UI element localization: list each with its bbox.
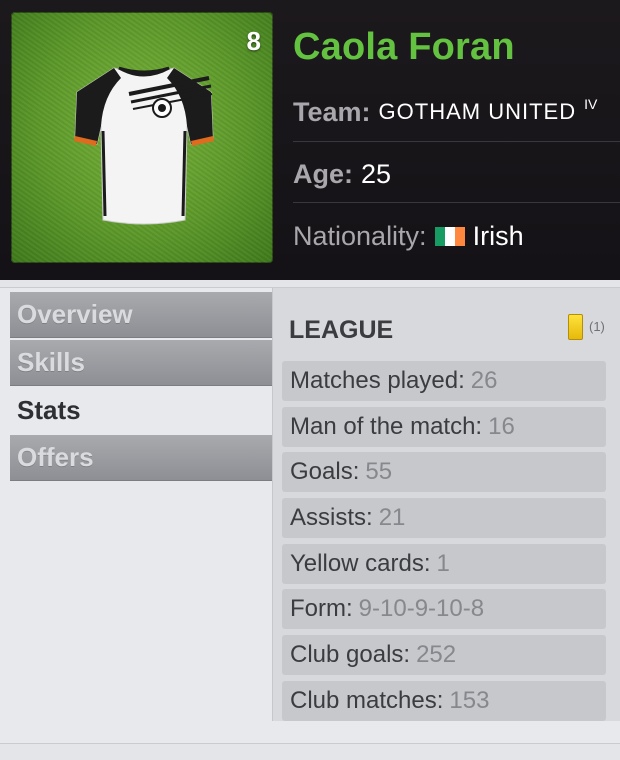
stat-label: Matches played:: [290, 367, 465, 394]
stat-label: Form:: [290, 595, 353, 623]
divider: [293, 141, 620, 142]
stat-label: Club goals:: [290, 641, 411, 669]
section-nav: Overview Skills Stats Offers: [10, 292, 272, 483]
stat-value: 1: [436, 549, 450, 577]
stat-value: 26: [470, 367, 498, 394]
jersey-icon: [74, 66, 214, 225]
player-detail-panel: Overview Skills Stats Offers LEAGUE (1) …: [0, 287, 620, 744]
stats-title: LEAGUE: [289, 316, 394, 344]
player-name: Caola Foran: [293, 26, 515, 68]
nav-skills[interactable]: Skills: [10, 340, 272, 386]
team-row: Team: GOTHAM UNITED IV: [293, 82, 620, 142]
player-header: 8 Caola Foran Team: GOTHAM UNITED IV Age…: [0, 0, 620, 280]
age-value: 25: [361, 158, 392, 189]
irish-flag-icon: [434, 226, 465, 246]
nationality-row: Nationality: Irish: [293, 206, 620, 266]
stat-label: Man of the match:: [290, 412, 483, 440]
yellow-card-count: (1): [589, 319, 605, 334]
stat-label: Goals:: [290, 458, 360, 486]
stat-label: Yellow cards:: [290, 549, 431, 577]
stat-row-matches-played: Matches played: 26: [282, 361, 606, 401]
jersey-card: 8: [11, 12, 273, 263]
stat-value: 252: [416, 641, 457, 669]
stat-value: 16: [488, 412, 515, 440]
nav-overview[interactable]: Overview: [10, 292, 272, 338]
nav-stats[interactable]: Stats: [10, 388, 272, 433]
age-row: Age: 25: [293, 144, 620, 204]
yellow-card-icon: [568, 314, 583, 340]
stat-row-man-of-the-match: Man of the match: 16: [282, 406, 606, 447]
divider: [293, 202, 620, 203]
stat-row-club-goals: Club goals: 252: [282, 635, 606, 676]
stats-panel: LEAGUE (1) Matches played: 26 Man of the…: [272, 288, 620, 721]
stat-label: Club matches:: [290, 686, 444, 714]
stat-value: 9-10-9-10-8: [358, 595, 485, 623]
nav-offers[interactable]: Offers: [10, 435, 272, 481]
nationality-value: Irish: [472, 220, 524, 251]
team-link[interactable]: GOTHAM UNITED: [379, 99, 577, 125]
team-suffix: IV: [584, 96, 598, 112]
stat-label: Assists:: [290, 504, 373, 532]
stat-row-form: Form: 9-10-9-10-8: [282, 589, 606, 630]
age-label: Age:: [293, 158, 353, 189]
shirt-number: 8: [246, 26, 261, 56]
stat-list: Matches played: 26 Man of the match: 16 …: [282, 361, 606, 727]
stat-row-goals: Goals: 55: [282, 452, 606, 493]
stat-value: 153: [449, 686, 490, 714]
team-label: Team:: [293, 96, 371, 127]
stat-value: 55: [365, 458, 393, 486]
stat-row-club-matches: Club matches: 153: [282, 680, 606, 721]
stat-value: 21: [378, 504, 406, 532]
stat-row-yellow-cards: Yellow cards: 1: [282, 543, 606, 584]
nationality-label: Nationality:: [293, 220, 427, 251]
stat-row-assists: Assists: 21: [282, 498, 606, 539]
